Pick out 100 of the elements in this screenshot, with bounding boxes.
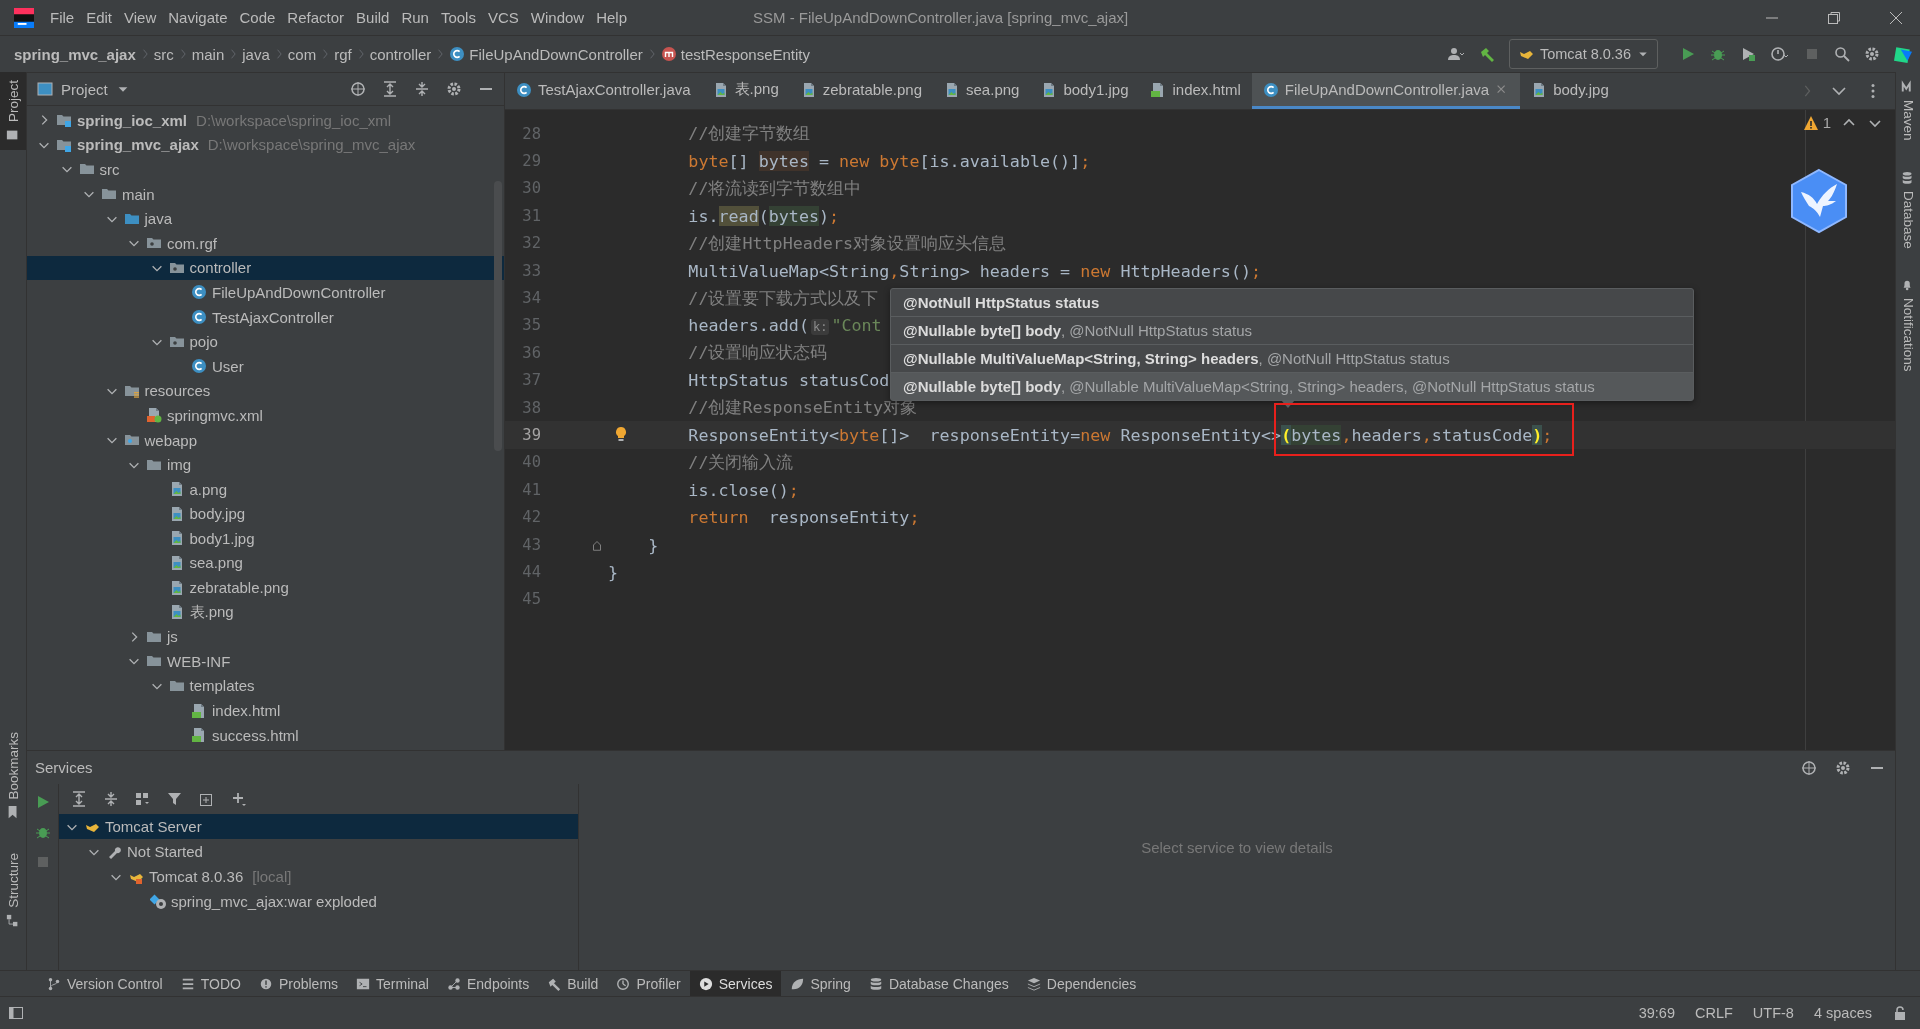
tree-item[interactable]: success.html	[27, 722, 504, 748]
warning-count[interactable]: 1	[1802, 114, 1831, 131]
collapse-all-icon[interactable]	[103, 791, 119, 807]
tree-item[interactable]: com.rgf	[27, 230, 504, 256]
tree-item[interactable]: body.jpg	[27, 501, 504, 527]
breadcrumb[interactable]: spring_mvc_ajax	[14, 45, 136, 63]
tool-window-tab[interactable]: Database Changes	[859, 971, 1018, 996]
run-icon[interactable]	[1680, 46, 1696, 62]
hammer-icon[interactable]	[1478, 46, 1495, 62]
breadcrumb[interactable]: testResponseEntity	[660, 45, 811, 63]
tool-window-tab[interactable]: TODO	[171, 971, 250, 996]
menu-item[interactable]: Build	[350, 9, 396, 26]
tree-item[interactable]: resources	[27, 378, 504, 404]
tool-window-tab[interactable]: Version Control	[38, 971, 172, 996]
editor-tab[interactable]: 表.png	[701, 73, 790, 109]
tool-window-button[interactable]: Bookmarks	[0, 723, 26, 828]
editor-tab[interactable]: index.html	[1139, 73, 1252, 109]
lock-icon[interactable]	[1892, 1005, 1908, 1021]
status-item[interactable]: 39:69	[1638, 1005, 1675, 1021]
tool-window-tab[interactable]: Profiler	[607, 971, 690, 996]
breadcrumb[interactable]: main	[191, 45, 225, 63]
tree-item[interactable]: Tomcat Server	[59, 814, 578, 839]
tool-window-button[interactable]: Notifications	[1896, 270, 1920, 380]
tree-item[interactable]: body1.jpg	[27, 526, 504, 551]
status-item[interactable]: UTF-8	[1752, 1005, 1794, 1021]
collapse-all-icon[interactable]	[414, 81, 430, 97]
status-item[interactable]: 4 spaces	[1813, 1005, 1872, 1021]
breadcrumb[interactable]: java	[242, 45, 270, 63]
tool-window-tab[interactable]: Dependencies	[1017, 971, 1146, 996]
new-tab-icon[interactable]	[199, 791, 215, 807]
tree-item[interactable]: spring_mvc_ajax:war exploded	[59, 889, 578, 914]
tree-item[interactable]: index.html	[27, 698, 504, 723]
group-icon[interactable]	[135, 791, 151, 807]
tree-item[interactable]: Not Started	[59, 839, 578, 864]
filter-icon[interactable]	[167, 791, 183, 807]
breadcrumb[interactable]: src	[153, 45, 174, 63]
locate-icon[interactable]	[350, 81, 366, 97]
settings-icon[interactable]	[1864, 46, 1880, 62]
menu-item[interactable]: Code	[233, 9, 282, 26]
plugin-logo-icon[interactable]	[1894, 45, 1912, 63]
tree-item[interactable]: a.png	[27, 476, 504, 502]
menu-item[interactable]: Window	[524, 9, 591, 26]
expand-all-icon[interactable]	[382, 81, 398, 97]
status-item[interactable]: CRLF	[1695, 1005, 1733, 1021]
parameter-option[interactable]: @NotNull HttpStatus status	[891, 289, 1693, 316]
tree-item[interactable]: pojo	[27, 329, 504, 354]
tree-item[interactable]: img	[27, 452, 504, 477]
settings-icon[interactable]	[446, 81, 462, 97]
view-selector[interactable]: Project	[37, 80, 130, 98]
tree-item[interactable]: Tomcat 8.0.36 [local]	[59, 864, 578, 889]
tool-window-button[interactable]: Project	[0, 72, 26, 151]
editor-tab[interactable]: sea.png	[933, 73, 1031, 109]
tree-item[interactable]: TestAjaxController	[27, 304, 504, 330]
menu-item[interactable]: Edit	[80, 9, 119, 26]
tree-item[interactable]: java	[27, 206, 504, 231]
tree-item[interactable]: controller	[27, 255, 504, 281]
tree-item[interactable]: templates	[27, 673, 504, 699]
editor-tab[interactable]: TestAjaxController.java	[505, 73, 702, 109]
menu-item[interactable]: Run	[395, 9, 435, 26]
tool-window-tab[interactable]: Problems	[249, 971, 348, 996]
editor-tab[interactable]: zebratable.png	[789, 73, 934, 109]
tool-windows-toggle-icon[interactable]	[8, 1005, 24, 1021]
profile-icon[interactable]	[1770, 46, 1790, 62]
menu-item[interactable]: Navigate	[162, 9, 234, 26]
tool-window-tab[interactable]: Terminal	[347, 971, 438, 996]
tool-window-tab[interactable]: Endpoints	[437, 971, 539, 996]
breadcrumb[interactable]: com	[287, 45, 317, 63]
bird-logo-icon[interactable]	[1788, 168, 1850, 234]
tool-window-tab[interactable]: Spring	[781, 971, 860, 996]
menu-item[interactable]: View	[118, 9, 163, 26]
breadcrumb[interactable]: rgf	[334, 45, 352, 63]
menu-item[interactable]: Tools	[434, 9, 482, 26]
parameter-option[interactable]: @Nullable byte[] body, @NotNull HttpStatus status	[891, 316, 1693, 344]
menu-item[interactable]: Help	[590, 9, 634, 26]
tree-item[interactable]: User	[27, 353, 504, 379]
tree-item[interactable]: zebratable.png	[27, 575, 504, 600]
editor-tab[interactable]: body1.jpg	[1030, 73, 1140, 109]
tool-window-button[interactable]: Maven	[1896, 72, 1920, 149]
tree-item[interactable]: main	[27, 181, 504, 207]
run-configuration-dropdown[interactable]: Tomcat 8.0.36	[1508, 39, 1658, 69]
breadcrumb[interactable]: FileUpAndDownController	[449, 45, 643, 63]
locate-icon[interactable]	[1801, 759, 1817, 776]
tree-item[interactable]: webapp	[27, 427, 504, 453]
tree-item[interactable]: spring_mvc_ajax D:\workspace\spring_mvc_ajax	[27, 132, 504, 158]
tool-window-tab[interactable]: Services	[689, 971, 782, 996]
lightbulb-icon[interactable]	[613, 426, 629, 443]
scrollbar-thumb[interactable]	[494, 181, 502, 451]
tree-item[interactable]: spring_ioc_xml D:\workspace\spring_ioc_xml	[27, 108, 504, 133]
editor-tab[interactable]: body.jpg	[1520, 73, 1620, 109]
editor-tab[interactable]: FileUpAndDownController.java	[1251, 73, 1521, 109]
menu-item[interactable]: File	[44, 9, 81, 26]
expand-all-icon[interactable]	[71, 791, 87, 807]
search-icon[interactable]	[1834, 46, 1850, 62]
tree-item[interactable]: FileUpAndDownController	[27, 280, 504, 305]
tree-item[interactable]: src	[27, 157, 504, 182]
tree-item[interactable]: sea.png	[27, 550, 504, 576]
parameter-option[interactable]: @Nullable byte[] body, @Nullable MultiValueMap<String, String> headers, @NotNull HttpStatus status	[891, 372, 1693, 400]
settings-icon[interactable]	[1835, 759, 1851, 776]
breadcrumb[interactable]: controller	[369, 45, 432, 63]
user-icon[interactable]	[1446, 46, 1465, 62]
